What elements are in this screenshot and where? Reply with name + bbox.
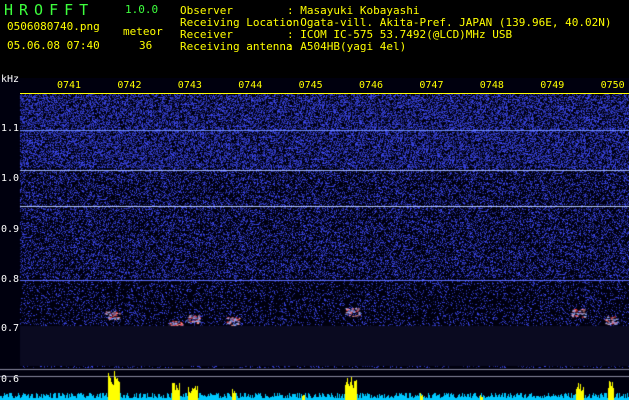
file-name: 0506080740.png xyxy=(7,20,100,33)
time-tick-0744: 0744 xyxy=(238,80,263,91)
time-tick-0747: 0747 xyxy=(419,80,444,91)
time-axis-line xyxy=(20,93,629,94)
time-tick-0742: 0742 xyxy=(117,80,142,91)
freq-label-0.8: 0.8 xyxy=(1,274,20,285)
meteor-count: 36 xyxy=(139,39,153,52)
freq-label-0.9: 0.9 xyxy=(1,224,20,235)
time-tick-0741: 0741 xyxy=(57,80,82,91)
app-version: 1.0.0 xyxy=(125,3,159,16)
freq-label-0.6: 0.6 xyxy=(1,374,20,385)
axis-unit: kHz xyxy=(1,74,20,85)
freq-label-1.0: 1.0 xyxy=(1,173,20,184)
meteor-label: meteor xyxy=(123,25,163,38)
time-tick-0749: 0749 xyxy=(540,80,565,91)
antenna-value: : A504HB(yagi 4el) xyxy=(287,40,407,53)
app-name: HROFFT xyxy=(4,1,95,19)
freq-label-1.1: 1.1 xyxy=(1,123,20,134)
header-panel: HROFFT 1.0.0 0506080740.png meteor 05.06… xyxy=(0,0,629,78)
spectrogram-canvas[interactable] xyxy=(0,78,629,400)
time-tick-0746: 0746 xyxy=(359,80,384,91)
time-tick-0750: 0750 xyxy=(600,80,625,91)
time-tick-0743: 0743 xyxy=(177,80,202,91)
time-tick-0745: 0745 xyxy=(298,80,323,91)
time-tick-0748: 0748 xyxy=(479,80,504,91)
antenna-label: Receiving antenna xyxy=(180,40,293,53)
file-datetime: 05.06.08 07:40 xyxy=(7,39,100,52)
freq-label-0.7: 0.7 xyxy=(1,323,20,334)
